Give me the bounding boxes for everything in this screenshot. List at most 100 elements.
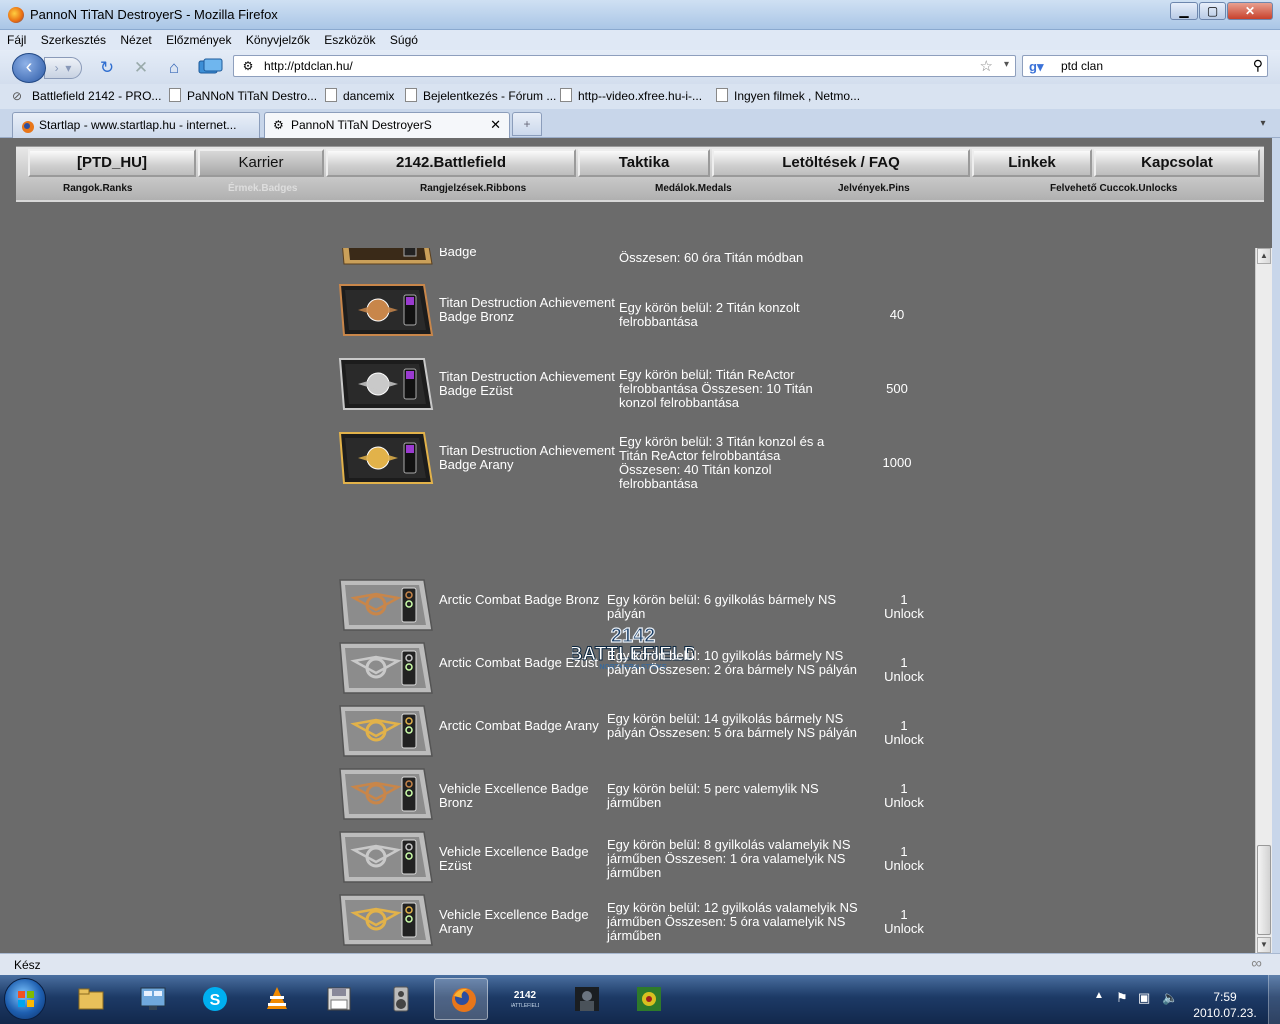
control-panel-icon	[140, 987, 166, 1010]
search-bar[interactable]: g▾ ptd clan ⚲	[1022, 55, 1268, 77]
close-tab-icon[interactable]: ✕	[490, 113, 501, 137]
back-button[interactable]: ‹	[12, 53, 46, 83]
bronze-badge-image	[338, 284, 434, 336]
scroll-down-icon[interactable]: ▼	[1257, 937, 1271, 953]
bookmark-item[interactable]: dancemix	[325, 88, 394, 104]
nav-kapcsolat[interactable]: Kapcsolat	[1094, 149, 1260, 177]
badge-value-amount: 1	[900, 844, 908, 859]
taskbar-clock[interactable]: 7:59 2010.07.23.	[1190, 989, 1260, 1021]
stop-icon[interactable]: ✕	[131, 58, 151, 78]
action-center-icon[interactable]: ⚑	[1116, 990, 1128, 1006]
taskbar-skype[interactable]: S	[186, 978, 240, 1020]
vertical-scrollbar[interactable]: ▲ ▼	[1255, 248, 1272, 953]
ns-badge-row: Arctic Combat Badge Bronz Egy körön belül…	[336, 576, 936, 638]
subnav-ribbons[interactable]: Rangjelzések.Ribbons	[420, 183, 526, 194]
tab-startlap[interactable]: Startlap - www.startlap.hu - internet...	[12, 112, 260, 138]
folder-icon	[78, 988, 104, 1010]
tab-list-icon[interactable]: ▾	[1254, 114, 1272, 134]
badge-name: Titan Destruction Achievement Badge Aran…	[439, 443, 615, 472]
address-bar[interactable]: ⚙ http://ptdclan.hu/ ☆ ▾	[233, 55, 1016, 77]
svg-text:2142: 2142	[514, 990, 537, 1001]
menu-bookmarks[interactable]: Könyvjelzők	[246, 30, 310, 50]
nav-ptd-hu[interactable]: [PTD_HU]	[28, 149, 196, 177]
badge-name: Arctic Combat Badge Arany	[439, 718, 599, 733]
nav-battlefield[interactable]: 2142.Battlefield	[326, 149, 576, 177]
subnav-pins[interactable]: Jelvények.Pins	[838, 183, 910, 194]
bookmark-item[interactable]: ⊘ Battlefield 2142 - PRO...	[12, 88, 161, 104]
menu-history[interactable]: Előzmények	[166, 30, 231, 50]
menu-tools[interactable]: Eszközök	[324, 30, 375, 50]
badge-value: 500	[867, 382, 927, 396]
badge-row-partial: Badge Összesen: 60 óra Titán módban	[336, 248, 936, 272]
tab-ptd[interactable]: ⚙ PannoN TiTaN DestroyerS ✕	[264, 112, 510, 139]
menu-view[interactable]: Nézet	[120, 30, 151, 50]
badge-value-unit: Unlock	[884, 795, 924, 810]
menu-bar: Fájl Szerkesztés Nézet Előzmények Könyvj…	[0, 30, 1280, 50]
volume-icon[interactable]: 🔈	[1162, 990, 1178, 1006]
tab-groups-icon[interactable]	[198, 58, 224, 78]
taskbar-game[interactable]	[558, 978, 612, 1020]
show-hidden-icons[interactable]: ▲	[1094, 990, 1104, 1001]
badge-value-unit: Unlock	[884, 858, 924, 873]
badge-requirement: Egy körön belül: 8 gyilkolás valamelyik …	[607, 837, 851, 880]
bf2142-icon: 2142 BATTLEFIELD	[511, 990, 539, 1009]
badge-requirement: Egy körön belül: 6 gyilkolás bármely NS …	[607, 592, 837, 621]
maximize-button[interactable]: ▢	[1199, 2, 1226, 20]
window-title: PannoN TiTaN DestroyerS - Mozilla Firefo…	[30, 7, 278, 22]
taskbar-explorer[interactable]	[62, 978, 116, 1020]
url-text[interactable]: http://ptdclan.hu/	[264, 59, 353, 73]
nav-taktika[interactable]: Taktika	[578, 149, 710, 177]
taskbar-control-panel[interactable]	[124, 978, 178, 1020]
search-input[interactable]: ptd clan	[1061, 59, 1103, 73]
bookmark-item[interactable]: http--video.xfree.hu-i-...	[560, 88, 702, 104]
network-icon[interactable]: ▣	[1138, 990, 1150, 1006]
bookmark-star-icon[interactable]: ☆	[980, 57, 993, 75]
badge-value: 40	[867, 308, 927, 322]
reload-icon[interactable]: ↻	[97, 58, 117, 78]
titan-badge-row: Titan Destruction Achievement Badge Bron…	[336, 279, 936, 351]
ns-badge-row: Vehicle Excellence Badge Arany Egy körön …	[336, 891, 936, 953]
close-button[interactable]: ✕	[1227, 2, 1273, 20]
scroll-thumb[interactable]	[1257, 845, 1271, 935]
bookmark-item[interactable]: PaNNoN TiTaN Destro...	[169, 88, 317, 104]
start-button[interactable]	[4, 978, 46, 1020]
menu-edit[interactable]: Szerkesztés	[41, 30, 106, 50]
subnav-badges[interactable]: Érmek.Badges	[228, 183, 297, 194]
bronze-badge-image	[339, 579, 433, 631]
taskbar-notepad[interactable]	[310, 978, 364, 1020]
bookmark-item[interactable]: Bejelentkezés - Fórum ...	[405, 88, 556, 104]
search-icon[interactable]: ⚲	[1253, 57, 1263, 74]
bookmark-item[interactable]: Ingyen filmek , Netmo...	[716, 88, 860, 104]
nav-karrier[interactable]: Karrier	[198, 149, 324, 177]
silver-badge-image	[339, 831, 433, 883]
menu-help[interactable]: Súgó	[390, 30, 418, 50]
addon-infinity-icon[interactable]: ∞	[1251, 955, 1262, 972]
taskbar-app[interactable]	[620, 978, 674, 1020]
taskbar-firefox[interactable]	[434, 978, 488, 1020]
home-icon[interactable]: ⌂	[164, 58, 184, 78]
clock-time: 7:59	[1213, 990, 1237, 1004]
windows-taskbar: S 2142 BATTLEFIELD ▲ ⚑ ▣ 🔈 7:59 2010.07.2…	[0, 975, 1280, 1024]
url-dropdown-icon[interactable]: ▾	[1004, 59, 1009, 70]
badge-value: 1 Unlock	[874, 719, 934, 747]
site-navigation: [PTD_HU] Karrier 2142.Battlefield Taktik…	[16, 146, 1264, 200]
subnav-ranks[interactable]: Rangok.Ranks	[63, 183, 132, 194]
subnav-unlocks[interactable]: Felvehető Cuccok.Unlocks	[1050, 183, 1177, 194]
scroll-up-icon[interactable]: ▲	[1257, 248, 1271, 264]
new-tab-button[interactable]: +	[512, 112, 542, 136]
subnav-medals[interactable]: Medálok.Medals	[655, 183, 732, 194]
forward-button[interactable]: › ▾	[44, 57, 82, 79]
taskbar-bf2142[interactable]: 2142 BATTLEFIELD	[496, 978, 550, 1020]
show-desktop-button[interactable]	[1268, 975, 1280, 1024]
nav-linkek[interactable]: Linkek	[972, 149, 1092, 177]
badge-value-amount: 1000	[882, 455, 912, 470]
google-icon[interactable]: g▾	[1029, 59, 1043, 75]
skype-icon: S	[203, 987, 227, 1011]
taskbar-speakers[interactable]	[372, 978, 426, 1020]
window-frame-edge	[1272, 138, 1280, 953]
minimize-button[interactable]: ▁	[1170, 2, 1198, 20]
nav-divider	[16, 200, 1264, 202]
taskbar-vlc[interactable]	[248, 978, 302, 1020]
menu-file[interactable]: Fájl	[7, 30, 26, 50]
nav-letoltesek[interactable]: Letöltések / FAQ	[712, 149, 970, 177]
